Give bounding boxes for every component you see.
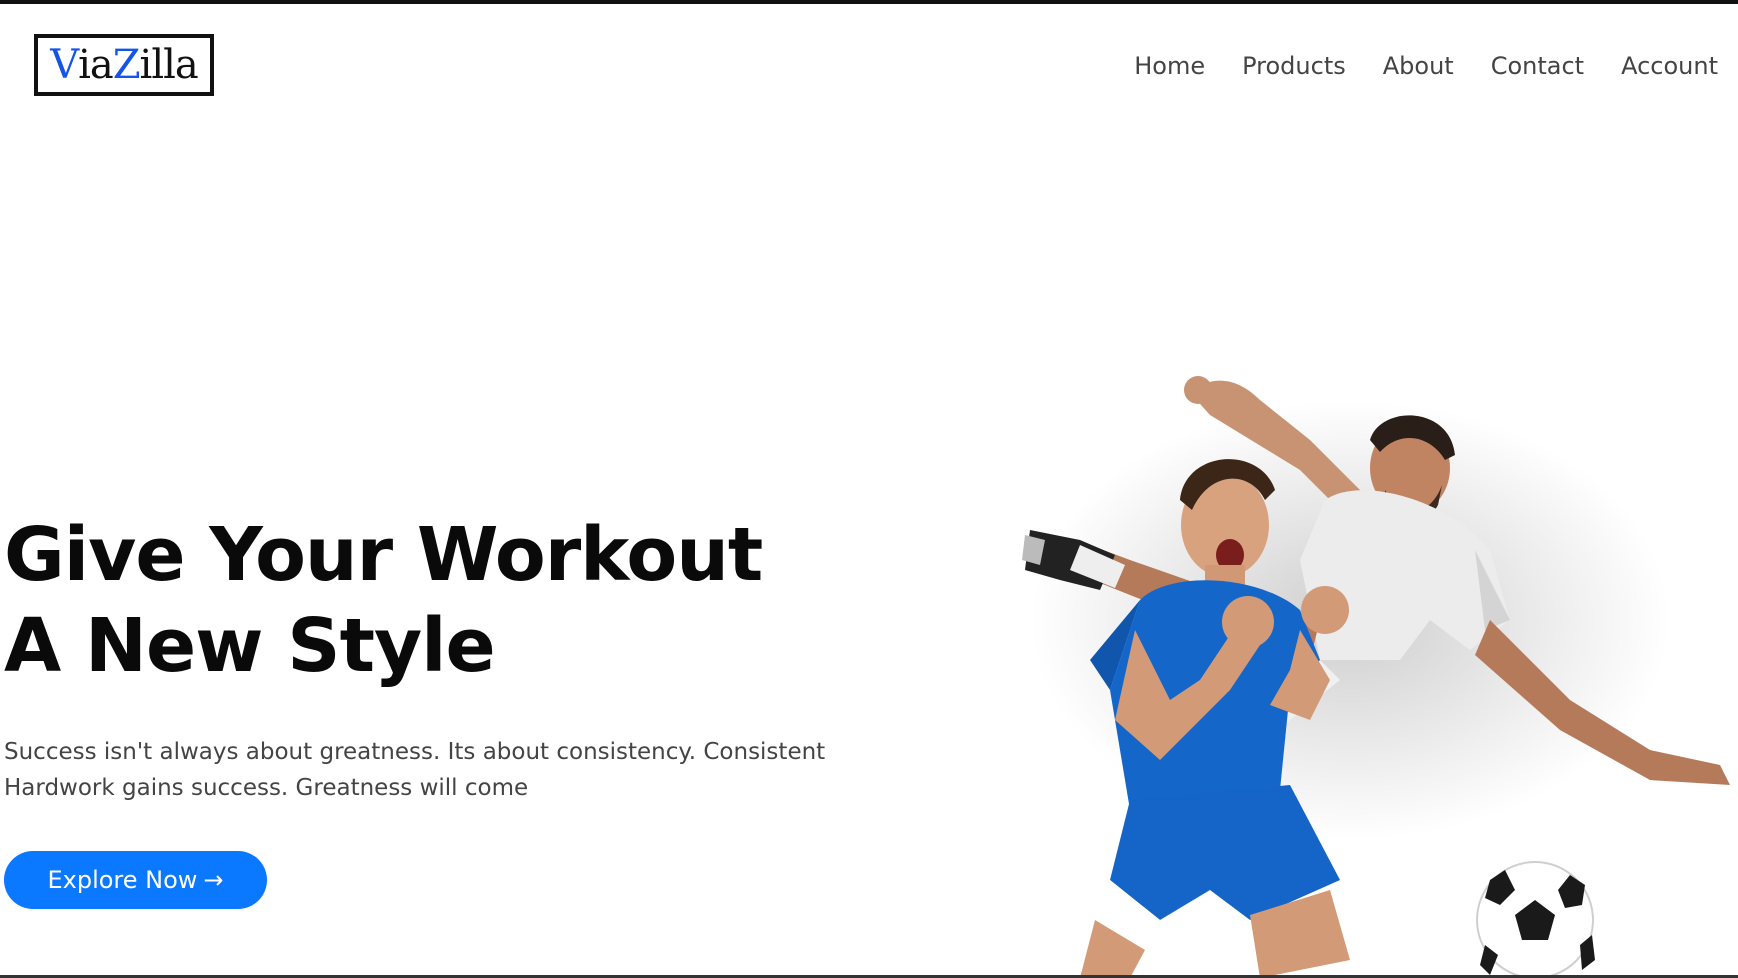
hero-tagline: Success isn't always about greatness. It… bbox=[4, 734, 884, 806]
logo-text-ia: ia bbox=[78, 42, 114, 88]
main-nav: Home Products About Contact Account bbox=[1134, 52, 1718, 80]
nav-home[interactable]: Home bbox=[1134, 52, 1205, 80]
nav-contact[interactable]: Contact bbox=[1491, 52, 1584, 80]
nav-account[interactable]: Account bbox=[1621, 52, 1718, 80]
hero-tagline-line-1: Success isn't always about greatness. It… bbox=[4, 739, 826, 765]
logo-letter-v: V bbox=[50, 42, 79, 88]
logo-letter-z: Z bbox=[112, 42, 141, 88]
top-border bbox=[0, 0, 1738, 4]
nav-about[interactable]: About bbox=[1383, 52, 1454, 80]
hero-tagline-line-2: Hardwork gains success. Greatness will c… bbox=[4, 775, 529, 801]
hero-image-soccer-players bbox=[1022, 376, 1730, 978]
hero-headline-line-1: Give Your Workout bbox=[4, 512, 763, 598]
nav-products[interactable]: Products bbox=[1242, 52, 1346, 80]
landing-page: Via Zilla Home Products About Contact Acc… bbox=[0, 0, 1738, 978]
logo-text-illa: illa bbox=[139, 42, 199, 88]
hero-headline: Give Your Workout A New Style bbox=[4, 510, 763, 692]
arrow-right-icon: → bbox=[203, 866, 224, 894]
football bbox=[1476, 861, 1595, 978]
explore-now-label: Explore Now bbox=[47, 866, 198, 894]
explore-now-button[interactable]: Explore Now → bbox=[4, 851, 267, 909]
hero-headline-line-2: A New Style bbox=[4, 603, 496, 689]
logo[interactable]: Via Zilla bbox=[34, 34, 214, 96]
